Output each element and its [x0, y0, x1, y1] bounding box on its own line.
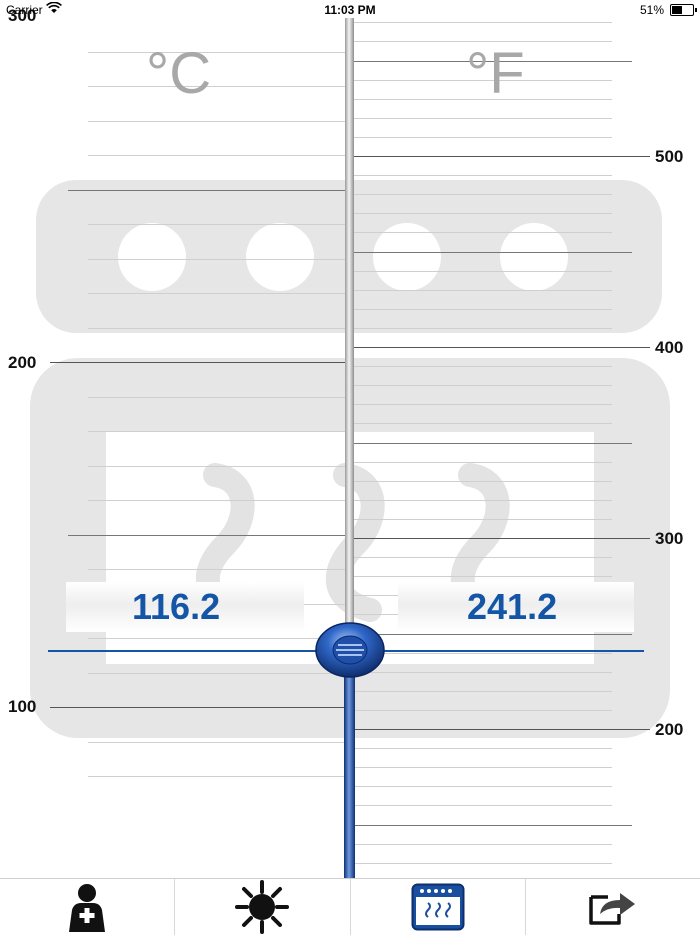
- fahrenheit-minor-tick: [354, 710, 612, 711]
- fahrenheit-minor-tick: [354, 194, 612, 195]
- fahrenheit-minor-tick: [354, 748, 612, 749]
- fahrenheit-minor-tick: [354, 271, 612, 272]
- fahrenheit-minor-tick: [354, 232, 612, 233]
- fahrenheit-minor-tick: [354, 691, 612, 692]
- thermometer-scale: °C °F 300 200 100 500 400 300 200 116.2 …: [0, 0, 700, 878]
- celsius-minor-tick: [88, 224, 346, 225]
- fahrenheit-mid-tick: [354, 443, 632, 444]
- celsius-label-200: 200: [8, 353, 37, 372]
- fahrenheit-minor-tick: [354, 290, 612, 291]
- celsius-mid-tick: [68, 535, 346, 536]
- fahrenheit-unit-label: °F: [466, 41, 525, 106]
- celsius-minor-tick: [88, 466, 346, 467]
- fahrenheit-minor-tick: [354, 118, 612, 119]
- fahrenheit-minor-tick: [354, 557, 612, 558]
- fahrenheit-minor-tick: [354, 844, 612, 845]
- share-icon: [589, 893, 635, 925]
- tab-weather[interactable]: [174, 879, 349, 935]
- tab-share[interactable]: [524, 879, 700, 935]
- fahrenheit-major-tick: [354, 729, 650, 730]
- fahrenheit-minor-tick: [354, 328, 612, 329]
- celsius-label-100: 100: [8, 697, 37, 716]
- tab-medical[interactable]: [0, 879, 174, 935]
- battery-percentage: 51%: [639, 3, 664, 17]
- fahrenheit-minor-tick: [354, 175, 612, 176]
- celsius-minor-tick: [88, 742, 346, 743]
- fahrenheit-mid-tick: [354, 252, 632, 253]
- celsius-minor-tick: [88, 431, 346, 432]
- celsius-minor-tick: [88, 328, 346, 329]
- fahrenheit-minor-tick: [354, 137, 612, 138]
- celsius-unit-label: °C: [146, 41, 212, 106]
- oven-icon: [411, 883, 465, 931]
- celsius-minor-tick: [88, 569, 346, 570]
- celsius-minor-tick: [88, 673, 346, 674]
- clock: 11:03 PM: [324, 3, 376, 17]
- fahrenheit-minor-tick: [354, 423, 612, 424]
- fahrenheit-minor-tick: [354, 672, 612, 673]
- fahrenheit-major-tick: [354, 156, 650, 157]
- temperature-slider-knob[interactable]: [314, 620, 386, 680]
- celsius-readout: 116.2: [132, 586, 221, 627]
- reading-line-fahrenheit: [384, 650, 644, 652]
- fahrenheit-minor-tick: [354, 500, 612, 501]
- fahrenheit-label-500: 500: [655, 147, 684, 166]
- celsius-major-tick: [50, 707, 346, 708]
- fahrenheit-minor-tick: [354, 22, 612, 23]
- fahrenheit-minor-tick: [354, 366, 612, 367]
- fahrenheit-mid-tick: [354, 634, 632, 635]
- fahrenheit-minor-tick: [354, 863, 612, 864]
- battery-icon: [670, 4, 697, 16]
- fahrenheit-major-tick: [354, 538, 650, 539]
- thermometer-tube: [345, 18, 354, 650]
- fahrenheit-minor-tick: [354, 309, 612, 310]
- fahrenheit-minor-tick: [354, 462, 612, 463]
- celsius-mid-tick: [68, 190, 346, 191]
- fahrenheit-minor-tick: [354, 404, 612, 405]
- fahrenheit-minor-tick: [354, 767, 612, 768]
- celsius-minor-tick: [88, 776, 346, 777]
- celsius-minor-tick: [88, 86, 346, 87]
- fahrenheit-minor-tick: [354, 519, 612, 520]
- celsius-minor-tick: [88, 121, 346, 122]
- fahrenheit-minor-tick: [354, 481, 612, 482]
- fahrenheit-minor-tick: [354, 576, 612, 577]
- celsius-minor-tick: [88, 52, 346, 53]
- fahrenheit-minor-tick: [354, 805, 612, 806]
- fahrenheit-label-300: 300: [655, 529, 684, 548]
- celsius-minor-tick: [88, 155, 346, 156]
- mercury-column: [344, 650, 355, 878]
- celsius-minor-tick: [88, 293, 346, 294]
- reading-line-celsius: [48, 650, 318, 652]
- fahrenheit-label-400: 400: [655, 338, 684, 357]
- fahrenheit-readout: 241.2: [467, 586, 558, 627]
- fahrenheit-minor-tick: [354, 786, 612, 787]
- celsius-minor-tick: [88, 500, 346, 501]
- doctor-icon: [69, 884, 106, 932]
- tab-oven[interactable]: [349, 879, 525, 935]
- fahrenheit-minor-tick: [354, 213, 612, 214]
- fahrenheit-major-tick: [354, 347, 650, 348]
- celsius-major-tick: [50, 362, 346, 363]
- sun-icon: [235, 880, 290, 934]
- celsius-minor-tick: [88, 638, 346, 639]
- celsius-minor-tick: [88, 397, 346, 398]
- tab-bar: [0, 878, 700, 935]
- celsius-minor-tick: [88, 259, 346, 260]
- fahrenheit-mid-tick: [354, 825, 632, 826]
- status-bar: Carrier 11:03 PM 51%: [0, 0, 700, 20]
- fahrenheit-minor-tick: [354, 385, 612, 386]
- fahrenheit-label-200: 200: [655, 720, 684, 739]
- fahrenheit-minor-tick: [354, 653, 612, 654]
